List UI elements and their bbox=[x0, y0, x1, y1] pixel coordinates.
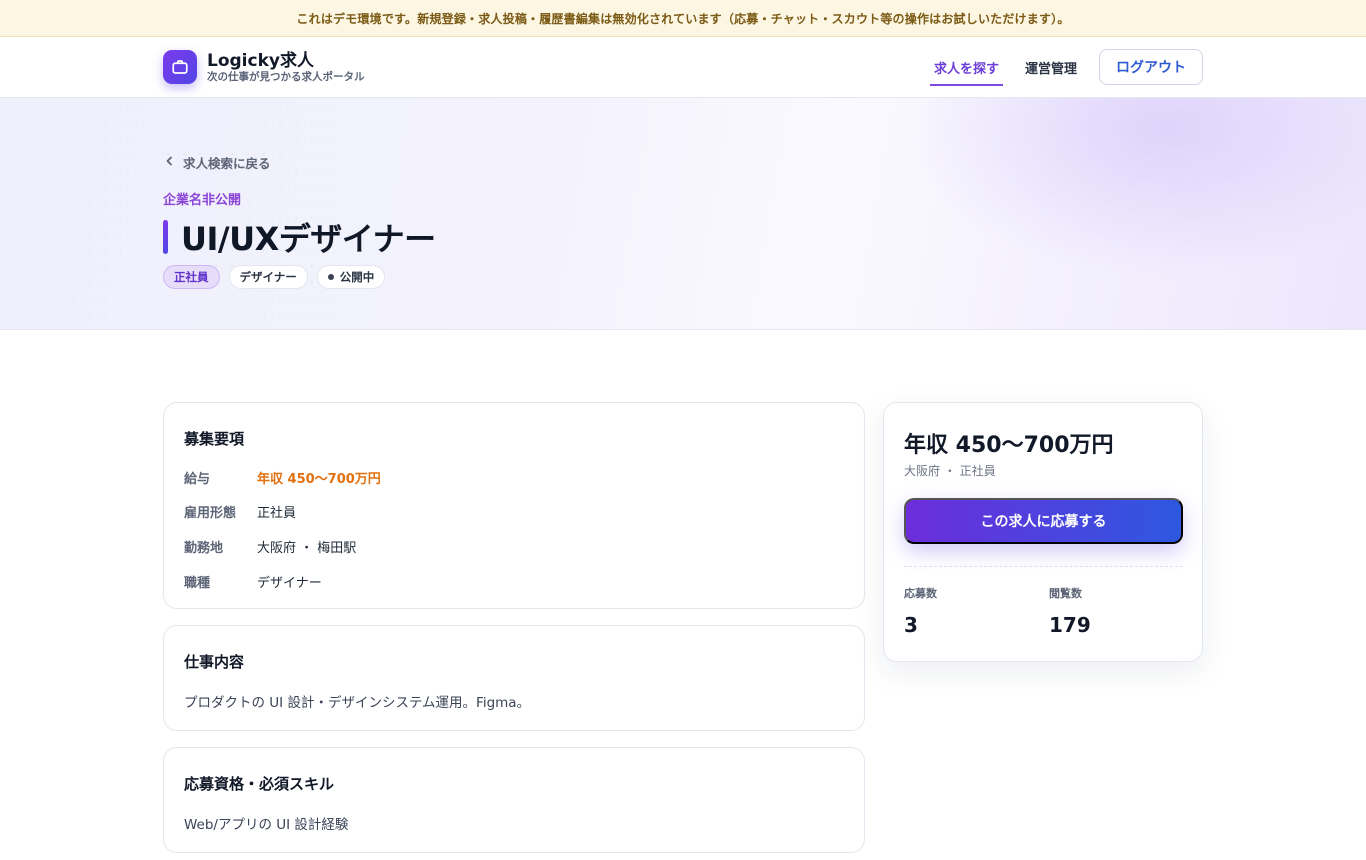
requirement-key: 雇用形態 bbox=[184, 506, 237, 521]
requirement-value: デザイナー bbox=[257, 576, 322, 591]
nav-admin[interactable]: 運営管理 bbox=[1021, 48, 1081, 86]
views-count: 179 bbox=[1049, 613, 1091, 637]
job-hero: 求人検索に戻る 企業名非公開 UI/UXデザイナー 正社員 デザイナー 公開中 bbox=[0, 98, 1366, 330]
brand-tagline: 次の仕事が見つかる求人ポータル bbox=[207, 71, 365, 83]
applicants-count: 3 bbox=[904, 613, 918, 637]
nav-find-jobs[interactable]: 求人を探す bbox=[929, 48, 1003, 86]
status-label: 公開中 bbox=[339, 270, 375, 284]
briefcase-icon bbox=[163, 50, 197, 84]
views-label: 閲覧数 bbox=[1049, 587, 1082, 600]
tag-category: デザイナー bbox=[228, 265, 308, 289]
requirement-value: 大阪府 ・ 梅田駅 bbox=[257, 541, 357, 556]
back-to-search-link[interactable]: 求人検索に戻る bbox=[165, 153, 271, 172]
requirement-value: 正社員 bbox=[257, 506, 297, 521]
requirement-key: 職種 bbox=[184, 576, 211, 591]
requirements-title: 募集要項 bbox=[184, 430, 245, 448]
job-title: UI/UXデザイナー bbox=[181, 220, 436, 258]
back-link-label: 求人検索に戻る bbox=[183, 156, 271, 171]
job-title-row: UI/UXデザイナー bbox=[163, 214, 436, 260]
requirement-row-salary: 給与 年収 450〜700万円 bbox=[184, 468, 381, 487]
applicants-stat: 応募数 3 bbox=[904, 585, 937, 637]
job-tags: 正社員 デザイナー 公開中 bbox=[163, 265, 394, 289]
required-skills-title: 応募資格・必須スキル bbox=[184, 775, 335, 793]
apply-summary-card: 年収 450〜700万円 大阪府 ・ 正社員 この求人に応募する 応募数 3 閲… bbox=[883, 402, 1203, 662]
site-header: Logicky求人 次の仕事が見つかる求人ポータル 求人を探す 運営管理 ログア… bbox=[0, 37, 1366, 98]
apply-button[interactable]: この求人に応募する bbox=[904, 498, 1183, 544]
summary-divider bbox=[904, 566, 1183, 567]
company-name: 企業名非公開 bbox=[163, 193, 242, 208]
requirements-card: 募集要項 給与 年収 450〜700万円 雇用形態 正社員 勤務地 大阪府 ・ … bbox=[163, 402, 865, 609]
job-description-body: プロダクトの UI 設計・デザインシステム運用。Figma。 bbox=[184, 695, 531, 711]
required-skills-card: 応募資格・必須スキル Web/アプリの UI 設計経験 bbox=[163, 747, 865, 853]
brand-name: Logicky求人 bbox=[207, 51, 314, 71]
tag-employment-type: 正社員 bbox=[163, 265, 220, 289]
required-skills-body: Web/アプリの UI 設計経験 bbox=[184, 817, 349, 833]
brand[interactable]: Logicky求人 次の仕事が見つかる求人ポータル bbox=[163, 50, 365, 84]
status-dot-icon bbox=[327, 274, 334, 280]
requirement-row-category: 職種 デザイナー bbox=[184, 572, 322, 591]
summary-meta: 大阪府 ・ 正社員 bbox=[904, 464, 996, 478]
requirement-row-location: 勤務地 大阪府 ・ 梅田駅 bbox=[184, 537, 356, 556]
requirement-key: 給与 bbox=[184, 472, 211, 487]
requirement-value: 年収 450〜700万円 bbox=[257, 472, 381, 487]
job-description-title: 仕事内容 bbox=[184, 653, 245, 671]
title-accent-bar bbox=[163, 220, 168, 254]
requirement-row-employment: 雇用形態 正社員 bbox=[184, 502, 296, 521]
demo-banner: これはデモ環境です。新規登録・求人投稿・履歴書編集は無効化されています（応募・チ… bbox=[0, 0, 1366, 37]
views-stat: 閲覧数 179 bbox=[1049, 585, 1091, 637]
logout-button[interactable]: ログアウト bbox=[1099, 49, 1203, 85]
main-nav: 求人を探す 運営管理 ログアウト bbox=[912, 48, 1203, 86]
applicants-label: 応募数 bbox=[904, 587, 937, 600]
requirement-key: 勤務地 bbox=[184, 541, 224, 556]
chevron-left-icon bbox=[165, 155, 174, 170]
summary-salary: 年収 450〜700万円 bbox=[904, 433, 1114, 458]
job-description-card: 仕事内容 プロダクトの UI 設計・デザインシステム運用。Figma。 bbox=[163, 625, 865, 731]
tag-status: 公開中 bbox=[316, 265, 386, 289]
